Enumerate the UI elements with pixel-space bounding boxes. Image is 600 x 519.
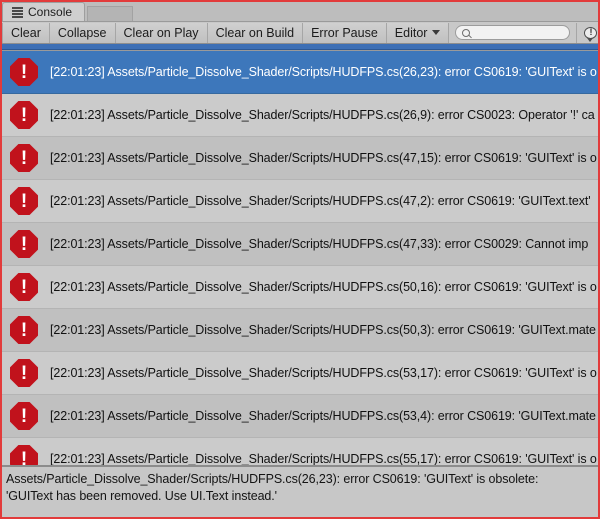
error-octagon-icon (10, 230, 38, 258)
log-row[interactable]: [22:01:23] Assets/Particle_Dissolve_Shad… (2, 395, 598, 438)
tab-empty-slot[interactable] (87, 6, 134, 21)
error-octagon-icon (10, 187, 38, 215)
tab-console-label: Console (28, 5, 73, 19)
clear-on-play-button[interactable]: Clear on Play (115, 22, 208, 43)
error-octagon-icon (10, 445, 38, 465)
tab-console[interactable]: Console (2, 2, 86, 21)
log-row[interactable]: [22:01:23] Assets/Particle_Dissolve_Shad… (2, 137, 598, 180)
log-row[interactable]: [22:01:23] Assets/Particle_Dissolve_Shad… (2, 180, 598, 223)
error-octagon-icon (10, 101, 38, 129)
clear-on-build-button[interactable]: Clear on Build (207, 22, 304, 43)
log-row-text: [22:01:23] Assets/Particle_Dissolve_Shad… (50, 452, 597, 465)
log-row-text: [22:01:23] Assets/Particle_Dissolve_Shad… (50, 237, 589, 251)
tab-strip: Console (2, 2, 598, 22)
detail-line-1: Assets/Particle_Dissolve_Shader/Scripts/… (6, 472, 539, 486)
error-pause-button[interactable]: Error Pause (303, 22, 387, 43)
log-row[interactable]: [22:01:23] Assets/Particle_Dissolve_Shad… (2, 352, 598, 395)
console-toolbar: Clear Collapse Clear on Play Clear on Bu… (2, 22, 598, 44)
log-row-text: [22:01:23] Assets/Particle_Dissolve_Shad… (50, 65, 597, 79)
log-list[interactable]: [22:01:23] Assets/Particle_Dissolve_Shad… (2, 50, 598, 465)
search-icon (462, 28, 471, 37)
log-row[interactable]: [22:01:23] Assets/Particle_Dissolve_Shad… (2, 438, 598, 465)
log-row-text: [22:01:23] Assets/Particle_Dissolve_Shad… (50, 108, 595, 122)
console-list-icon (12, 6, 23, 18)
error-count-badge[interactable]: ! 2 (576, 22, 600, 43)
error-octagon-icon (10, 402, 38, 430)
console-window: Console Clear Collapse Clear on Play Cle… (0, 0, 600, 519)
error-octagon-icon (10, 273, 38, 301)
error-octagon-icon (10, 316, 38, 344)
editor-dropdown-label: Editor (394, 25, 428, 40)
search-field[interactable] (455, 25, 571, 40)
log-row-text: [22:01:23] Assets/Particle_Dissolve_Shad… (50, 366, 597, 380)
error-octagon-icon (10, 359, 38, 387)
log-row-text: [22:01:23] Assets/Particle_Dissolve_Shad… (50, 323, 596, 337)
chevron-down-icon (432, 30, 441, 35)
log-row[interactable]: [22:01:23] Assets/Particle_Dissolve_Shad… (2, 94, 598, 137)
detail-line-2: 'GUIText has been removed. Use UI.Text i… (6, 489, 277, 503)
log-row[interactable]: [22:01:23] Assets/Particle_Dissolve_Shad… (2, 266, 598, 309)
clear-button[interactable]: Clear (2, 22, 50, 43)
log-row-text: [22:01:23] Assets/Particle_Dissolve_Shad… (50, 280, 597, 294)
log-row[interactable]: [22:01:23] Assets/Particle_Dissolve_Shad… (2, 51, 598, 94)
detail-pane[interactable]: Assets/Particle_Dissolve_Shader/Scripts/… (2, 465, 598, 517)
collapse-button[interactable]: Collapse (49, 22, 116, 43)
log-row[interactable]: [22:01:23] Assets/Particle_Dissolve_Shad… (2, 309, 598, 352)
error-bubble-icon: ! (584, 26, 598, 42)
log-row[interactable]: [22:01:23] Assets/Particle_Dissolve_Shad… (2, 223, 598, 266)
editor-dropdown[interactable]: Editor (386, 22, 450, 43)
search-input[interactable] (474, 26, 569, 39)
error-octagon-icon (10, 58, 38, 86)
log-row-text: [22:01:23] Assets/Particle_Dissolve_Shad… (50, 151, 597, 165)
error-octagon-icon (10, 144, 38, 172)
log-row-text: [22:01:23] Assets/Particle_Dissolve_Shad… (50, 409, 596, 423)
log-row-text: [22:01:23] Assets/Particle_Dissolve_Shad… (50, 194, 591, 208)
